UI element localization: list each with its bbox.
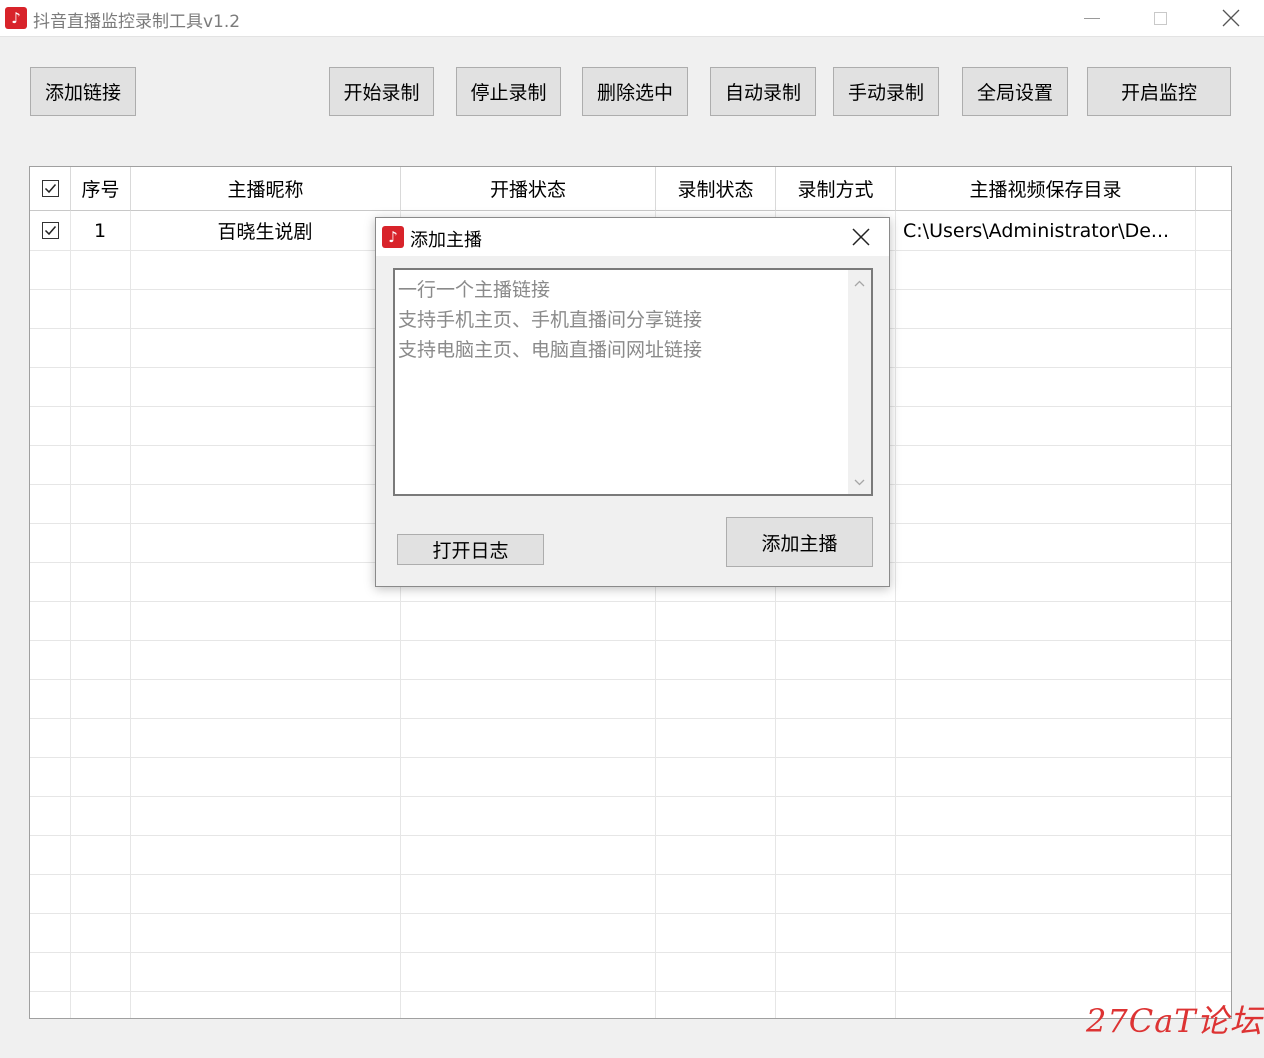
dialog-title: 添加主播 xyxy=(410,230,482,251)
select-all-checkbox[interactable] xyxy=(41,180,59,197)
grid-line xyxy=(70,211,71,1018)
grid-line xyxy=(130,211,131,1018)
add-anchor-button[interactable]: 添加主播 xyxy=(726,517,873,567)
grid-line xyxy=(30,640,1231,641)
start-monitor-button[interactable]: 开启监控 xyxy=(1087,67,1231,116)
add-anchor-dialog: ♪ 添加主播 一行一个主播链接 支持手机主页、手机直播间分享链接 支持电脑主页、… xyxy=(375,217,890,587)
grid-line xyxy=(30,718,1231,719)
auto-record-button[interactable]: 自动录制 xyxy=(710,67,816,116)
minimize-button[interactable] xyxy=(1069,0,1115,36)
maximize-button[interactable] xyxy=(1137,0,1183,36)
placeholder-line: 支持手机主页、手机直播间分享链接 xyxy=(398,309,703,331)
select-all-header[interactable] xyxy=(30,167,71,211)
forum-watermark: 27CaT论坛 xyxy=(1086,1002,1263,1040)
grid-line xyxy=(30,874,1231,875)
checkmark-icon xyxy=(44,184,56,194)
maximize-icon xyxy=(1153,11,1167,25)
grid-line xyxy=(1195,211,1196,1018)
column-header-filler xyxy=(1196,167,1231,211)
row-select-cell[interactable] xyxy=(30,211,70,250)
placeholder-line: 一行一个主播链接 xyxy=(398,279,551,301)
row-index: 1 xyxy=(93,219,107,242)
row-checkbox[interactable] xyxy=(41,222,59,239)
vertical-scrollbar[interactable] xyxy=(848,270,871,494)
open-log-button[interactable]: 打开日志 xyxy=(397,534,544,565)
window-title: 抖音直播监控录制工具v1.2 xyxy=(33,12,241,32)
column-header-record-status[interactable]: 录制状态 xyxy=(656,167,776,211)
dialog-close-button[interactable] xyxy=(846,224,876,250)
column-header-live-status[interactable]: 开播状态 xyxy=(401,167,656,211)
row-save-dir: C:\Users\Administrator\De... xyxy=(903,219,1170,242)
chevron-up-icon xyxy=(854,280,865,287)
grid-line xyxy=(30,679,1231,680)
stop-record-button[interactable]: 停止录制 xyxy=(456,67,561,116)
close-button[interactable] xyxy=(1208,0,1254,36)
grid-line xyxy=(30,796,1231,797)
chevron-down-icon xyxy=(854,479,865,486)
close-icon xyxy=(1222,9,1240,27)
grid-line xyxy=(30,991,1231,992)
manual-record-button[interactable]: 手动录制 xyxy=(833,67,939,116)
close-icon xyxy=(852,228,870,246)
grid-line xyxy=(30,913,1231,914)
douyin-icon: ♪ xyxy=(5,7,27,29)
grid-line xyxy=(30,757,1231,758)
global-settings-button[interactable]: 全局设置 xyxy=(962,67,1068,116)
delete-selected-button[interactable]: 删除选中 xyxy=(582,67,688,116)
column-header-nickname[interactable]: 主播昵称 xyxy=(131,167,401,211)
grid-line xyxy=(30,601,1231,602)
placeholder-line: 支持电脑主页、电脑直播间网址链接 xyxy=(398,339,703,361)
anchor-links-textarea[interactable]: 一行一个主播链接 支持手机主页、手机直播间分享链接 支持电脑主页、电脑直播间网址… xyxy=(393,268,873,496)
grid-line xyxy=(30,835,1231,836)
column-header-index[interactable]: 序号 xyxy=(71,167,131,211)
column-header-save-dir[interactable]: 主播视频保存目录 xyxy=(896,167,1196,211)
grid-line xyxy=(30,952,1231,953)
douyin-icon: ♪ xyxy=(382,226,404,248)
column-header-record-mode[interactable]: 录制方式 xyxy=(776,167,896,211)
minimize-icon xyxy=(1084,17,1100,19)
grid-line xyxy=(895,211,896,1018)
title-bar: ♪ 抖音直播监控录制工具v1.2 xyxy=(0,0,1264,37)
start-record-button[interactable]: 开始录制 xyxy=(329,67,434,116)
add-link-button[interactable]: 添加链接 xyxy=(30,67,136,116)
row-nickname: 百晓生说剧 xyxy=(217,221,313,243)
dialog-title-bar: ♪ 添加主播 xyxy=(376,218,889,256)
checkmark-icon xyxy=(44,226,56,236)
